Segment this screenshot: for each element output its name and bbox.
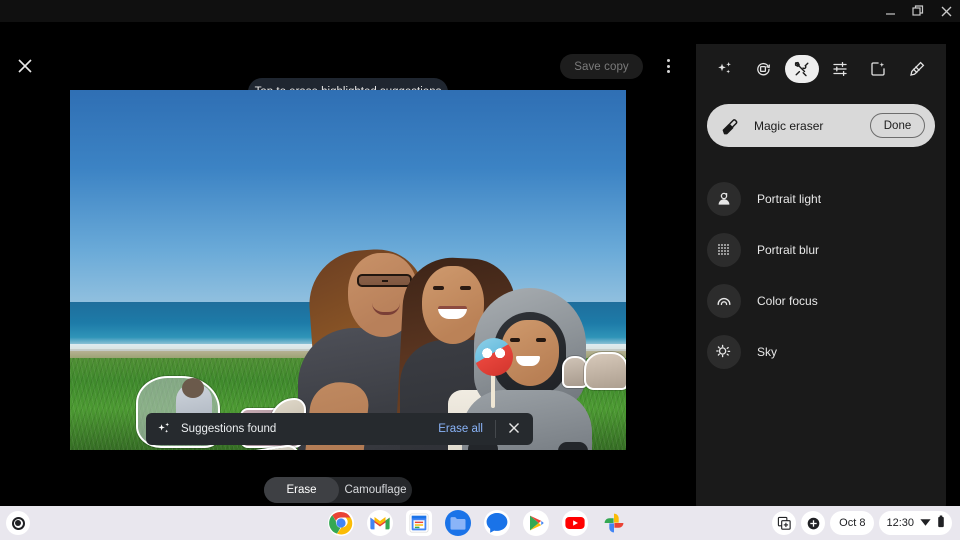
toddler-eye-right bbox=[536, 338, 546, 342]
launcher-icon[interactable] bbox=[6, 511, 30, 535]
window-title-bar bbox=[0, 0, 960, 22]
tab-markup[interactable] bbox=[900, 55, 934, 83]
tool-label: Portrait light bbox=[757, 192, 821, 206]
subject-left-glasses bbox=[357, 274, 412, 287]
maximize-icon[interactable] bbox=[904, 0, 932, 22]
sparkle-icon bbox=[156, 421, 172, 437]
segment-erase[interactable]: Erase bbox=[264, 477, 339, 503]
panel-tab-bar bbox=[696, 44, 946, 94]
tab-suggestions[interactable] bbox=[708, 55, 742, 83]
toddler-cuff-right bbox=[558, 442, 588, 450]
tool-sky[interactable]: Sky bbox=[707, 331, 935, 373]
suggestion-head bbox=[182, 378, 204, 398]
subject-middle-eye-left bbox=[433, 286, 444, 290]
close-icon[interactable] bbox=[932, 0, 960, 22]
tab-crop-rotate[interactable] bbox=[746, 55, 780, 83]
tool-color-focus[interactable]: Color focus bbox=[707, 280, 935, 322]
toddler-lollipop-stick bbox=[491, 374, 495, 408]
shelf-app-messages[interactable] bbox=[484, 510, 510, 536]
tool-portrait-light[interactable]: Portrait light bbox=[707, 178, 935, 220]
color-focus-icon bbox=[707, 284, 741, 318]
photo-editor: Save copy Tap to erase highlighted sugge… bbox=[0, 22, 960, 506]
shelf-app-chrome[interactable] bbox=[328, 510, 354, 536]
active-tool-label: Magic eraser bbox=[754, 119, 870, 133]
toddler-lollipop bbox=[475, 338, 513, 376]
sky-icon bbox=[707, 335, 741, 369]
tool-label: Portrait blur bbox=[757, 243, 819, 257]
erase-mode-segmented-control: Erase Camouflage bbox=[264, 477, 412, 503]
launcher-dot bbox=[15, 520, 21, 526]
shelf-app-list bbox=[328, 510, 627, 536]
shelf-clock-tray[interactable]: 12:30 bbox=[879, 511, 952, 535]
save-copy-button[interactable]: Save copy bbox=[560, 54, 643, 79]
portrait-light-icon bbox=[707, 182, 741, 216]
active-tool-magic-eraser[interactable]: Magic eraser Done bbox=[707, 104, 935, 147]
shelf-app-files[interactable] bbox=[445, 510, 471, 536]
tab-adjust[interactable] bbox=[823, 55, 857, 83]
toast-divider bbox=[495, 420, 496, 438]
tool-label: Sky bbox=[757, 345, 777, 359]
tab-tools[interactable] bbox=[785, 55, 819, 83]
launcher-ring bbox=[12, 517, 25, 530]
shelf-app-gmail[interactable] bbox=[367, 510, 393, 536]
tool-label: Color focus bbox=[757, 294, 818, 308]
magic-eraser-icon bbox=[717, 113, 743, 139]
shelf-date[interactable]: Oct 8 bbox=[830, 511, 874, 535]
tool-portrait-blur[interactable]: Portrait blur bbox=[707, 229, 935, 271]
toast-message: Suggestions found bbox=[181, 423, 438, 435]
toast-close-icon[interactable] bbox=[507, 421, 523, 437]
photo-canvas[interactable] bbox=[70, 90, 626, 450]
more-options-icon[interactable] bbox=[659, 55, 677, 77]
photo-image bbox=[70, 90, 626, 450]
chromeos-shelf: Oct 8 12:30 bbox=[0, 506, 960, 540]
close-editor-icon[interactable] bbox=[13, 54, 37, 78]
subject-middle-eye-right bbox=[460, 286, 471, 290]
done-button[interactable]: Done bbox=[870, 113, 925, 138]
minimize-icon[interactable] bbox=[876, 0, 904, 22]
shelf-app-youtube[interactable] bbox=[562, 510, 588, 536]
editing-tools-panel: Magic eraser Done Portrait light bbox=[696, 44, 946, 518]
wifi-icon bbox=[919, 515, 932, 531]
shelf-app-play-store[interactable] bbox=[523, 510, 549, 536]
battery-icon bbox=[937, 515, 945, 531]
tab-filters[interactable] bbox=[861, 55, 895, 83]
suggestion-distant-person-2[interactable] bbox=[584, 352, 626, 390]
segment-camouflage[interactable]: Camouflage bbox=[339, 477, 412, 503]
portrait-blur-icon bbox=[707, 233, 741, 267]
editor-app-bar: Save copy bbox=[0, 22, 696, 70]
record-icon[interactable] bbox=[801, 511, 825, 535]
toddler-eye-left bbox=[510, 338, 520, 342]
suggestions-toast: Suggestions found Erase all bbox=[146, 413, 533, 445]
shelf-status-area: Oct 8 12:30 bbox=[772, 511, 952, 535]
erase-all-button[interactable]: Erase all bbox=[438, 423, 483, 435]
shelf-time: 12:30 bbox=[886, 517, 914, 529]
screen-capture-icon[interactable] bbox=[772, 511, 796, 535]
shelf-app-calendar[interactable] bbox=[406, 510, 432, 536]
shelf-app-photos[interactable] bbox=[601, 510, 627, 536]
